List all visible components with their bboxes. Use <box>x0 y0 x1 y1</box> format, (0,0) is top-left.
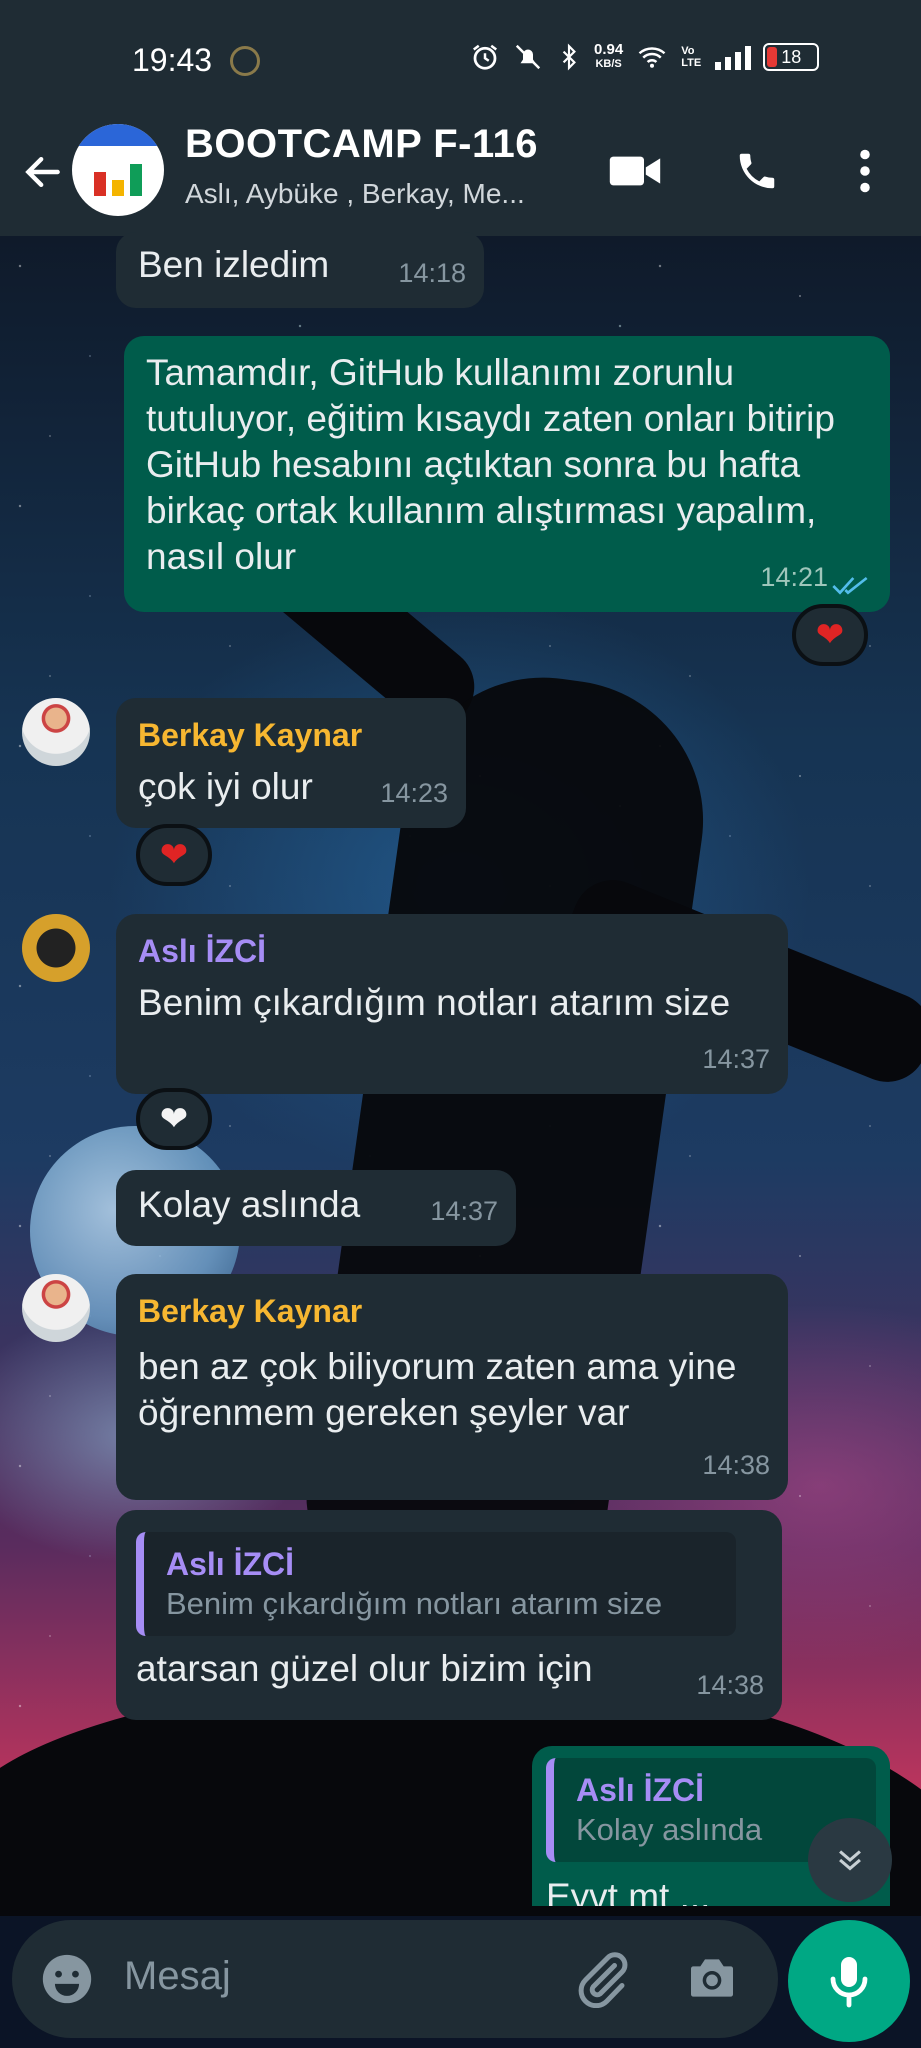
group-title[interactable]: BOOTCAMP F-116 <box>185 122 538 167</box>
status-time: 19:43 <box>132 42 213 78</box>
phone-icon <box>739 153 775 189</box>
wifi-icon <box>638 47 666 68</box>
message-text: ben az çok biliyorum zaten ama yine öğre… <box>138 1346 737 1433</box>
notification-icon <box>230 46 260 76</box>
scroll-to-bottom-button[interactable] <box>808 1818 892 1902</box>
attach-icon[interactable] <box>572 1948 632 2008</box>
signal-icon <box>715 44 752 70</box>
message-bubble-reply[interactable]: Aslı İZCİ Benim çıkardığım notları atarı… <box>116 1510 782 1720</box>
alarm-icon <box>473 44 497 70</box>
message-bubble[interactable]: Berkay Kaynar ben az çok biliyorum zaten… <box>116 1274 788 1500</box>
bluetooth-icon <box>562 43 576 71</box>
message-text: atarsan güzel olur bizim için <box>136 1648 593 1689</box>
sender-name[interactable]: Berkay Kaynar <box>138 712 444 758</box>
status-icons: 0.94 KB/S Vo LTE 18 <box>470 42 820 72</box>
message-bubble[interactable]: Berkay Kaynar çok iyi olur 14:23 <box>116 698 466 828</box>
message-time: 14:21 <box>760 562 828 592</box>
camera-icon[interactable] <box>684 1950 740 2006</box>
reaction-heart[interactable]: ❤ <box>136 1088 212 1150</box>
message-text: Tamamdır, GitHub kullanımı zorunlu tutul… <box>146 352 835 577</box>
quoted-sender: Aslı İZCİ <box>576 1772 705 1808</box>
message-bubble[interactable]: Kolay aslında 14:37 <box>116 1170 516 1246</box>
reaction-heart[interactable]: ❤ <box>136 824 212 886</box>
chat-header: BOOTCAMP F-116 Aslı, Aybüke , Berkay, Me… <box>0 108 921 236</box>
battery-level: 18 <box>781 46 802 67</box>
avatar-berkay[interactable] <box>22 1274 90 1342</box>
message-time: 14:38 <box>696 1670 764 1700</box>
message-input-bar: Mesaj <box>12 1920 778 2038</box>
voice-message-button[interactable] <box>788 1920 910 2042</box>
message-bubble-outgoing[interactable]: Tamamdır, GitHub kullanımı zorunlu tutul… <box>124 336 890 612</box>
net-speed-unit: KB/S <box>595 58 622 70</box>
avatar-asli[interactable] <box>22 914 90 982</box>
arrow-left-icon <box>25 156 60 188</box>
avatar-berkay[interactable] <box>22 698 90 766</box>
more-vertical-icon <box>860 149 870 193</box>
status-bar: 19:43 0.94 KB/S Vo LTE 18 <box>0 0 921 108</box>
volte-label: Vo LTE <box>681 45 702 69</box>
message-bubble[interactable]: Aslı İZCİ Benim çıkardığım notları atarı… <box>116 914 788 1094</box>
back-button[interactable] <box>18 142 68 202</box>
message-time: 14:37 <box>430 1196 498 1226</box>
message-time: 14:23 <box>380 778 448 808</box>
message-bubble[interactable]: Ben izledim 14:18 <box>116 232 484 308</box>
mute-icon <box>515 44 541 70</box>
reaction-heart[interactable]: ❤ <box>792 604 868 666</box>
double-chevron-down-icon <box>839 1850 861 1871</box>
group-members[interactable]: Aslı, Aybüke , Berkay, Me... <box>185 178 525 210</box>
voice-call-button[interactable] <box>724 138 790 204</box>
message-time: 14:37 <box>702 1044 770 1074</box>
net-speed-value: 0.94 <box>594 41 624 58</box>
sender-name[interactable]: Berkay Kaynar <box>138 1288 766 1334</box>
message-input[interactable]: Mesaj <box>124 1954 231 1999</box>
microphone-icon <box>830 1957 868 2008</box>
battery-icon: 18 <box>763 43 820 71</box>
video-call-button[interactable] <box>602 138 668 204</box>
quoted-message[interactable]: Aslı İZCİ Benim çıkardığım notları atarı… <box>136 1532 736 1636</box>
sender-name[interactable]: Aslı İZCİ <box>138 928 766 974</box>
message-time: 14:18 <box>398 258 466 288</box>
group-avatar[interactable] <box>72 124 164 216</box>
video-camera-icon <box>609 156 661 186</box>
read-ticks-icon <box>832 576 868 595</box>
more-options-button[interactable] <box>832 138 898 204</box>
message-text: Benim çıkardığım notları atarım size <box>138 982 731 1023</box>
emoji-icon[interactable] <box>38 1950 96 2008</box>
message-time: 14:38 <box>702 1450 770 1480</box>
net-speed: 0.94 KB/S <box>594 42 623 72</box>
quoted-sender: Aslı İZCİ <box>166 1546 295 1582</box>
quoted-text: Benim çıkardığım notları atarım size <box>166 1586 663 1621</box>
